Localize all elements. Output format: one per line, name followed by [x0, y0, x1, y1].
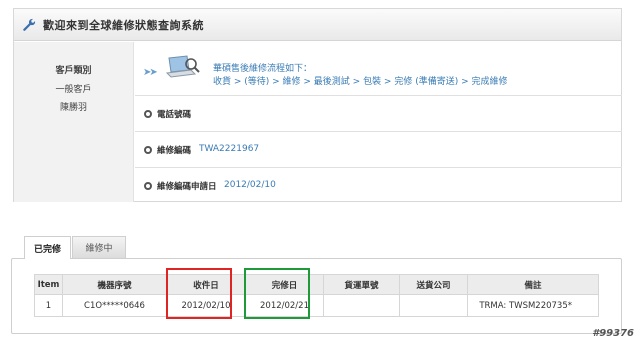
- apply-date-value: 2012/02/10: [224, 180, 276, 190]
- table-row: 1 C1O*****0646 2012/02/10 2012/02/21 TRM…: [34, 294, 599, 317]
- repair-records-table: Item 機器序號 收件日 完修日 貨運單號 送貨公司 備註 1 C1O****…: [34, 274, 599, 317]
- page-title: 歡迎來到全球維修狀態查詢系統: [43, 18, 204, 32]
- repair-flow-steps: 收貨 > (等待) > 維修 > 最後測試 > 包裝 > 完修 (準備寄送) >…: [213, 77, 508, 87]
- apply-date-label: 維修編碼申請日: [157, 182, 217, 192]
- watermark: #99376: [592, 328, 634, 339]
- repair-number-label: 維修編碼: [157, 146, 192, 156]
- cell-courier: [399, 294, 468, 317]
- laptop-magnifier-icon: [165, 55, 200, 78]
- bullet-icon: [144, 146, 152, 154]
- panel-header: 歡迎來到全球維修狀態查詢系統: [14, 9, 621, 41]
- repair-details: ➤➤ 華碩售後維修流程如下： 收貨 > (等待) > 維修 > 最後測試 > 包…: [135, 42, 622, 202]
- apply-date-row: 維修編碼申請日 2012/02/10: [135, 168, 622, 204]
- repair-number-value: TWA2221967: [199, 144, 260, 154]
- column-header-item: Item: [34, 274, 63, 295]
- phone-row: 電話號碼: [135, 96, 622, 132]
- received-date-highlight: [166, 268, 232, 319]
- cell-serial: C1O*****0646: [62, 294, 167, 317]
- status-panel: 歡迎來到全球維修狀態查詢系統 客戶類別 一般客戶 陳勝羽 ➤➤ 華碩售後維修流程…: [13, 8, 622, 202]
- column-header-courier: 送貨公司: [399, 274, 468, 295]
- cell-tracking-number: [323, 294, 400, 317]
- customer-type-label: 客戶類別: [55, 66, 92, 76]
- phone-label: 電話號碼: [157, 110, 192, 120]
- bullet-icon: [144, 182, 152, 190]
- customer-info: 客戶類別 一般客戶 陳勝羽: [14, 42, 134, 202]
- completed-date-highlight: [244, 268, 310, 319]
- wrench-icon: [23, 18, 36, 31]
- tab-completed[interactable]: 已完修: [24, 236, 71, 259]
- customer-name: 陳勝羽: [59, 103, 87, 113]
- cell-item: 1: [34, 294, 63, 317]
- repair-flow-row: ➤➤ 華碩售後維修流程如下： 收貨 > (等待) > 維修 > 最後測試 > 包…: [135, 42, 622, 96]
- tab-in-repair[interactable]: 維修中: [72, 236, 126, 258]
- column-header-serial: 機器序號: [62, 274, 167, 295]
- customer-type-value: 一般客戶: [55, 85, 92, 95]
- double-arrow-icon: ➤➤: [143, 67, 158, 78]
- column-header-tracking-number: 貨運單號: [323, 274, 400, 295]
- table-header-row: Item 機器序號 收件日 完修日 貨運單號 送貨公司 備註: [34, 274, 599, 295]
- column-header-note: 備註: [467, 274, 599, 295]
- bullet-icon: [144, 110, 152, 118]
- cell-note: TRMA: TWSM220735*: [467, 294, 599, 317]
- repair-flow-title: 華碩售後維修流程如下：: [213, 64, 313, 74]
- repair-number-row: 維修編碼 TWA2221967: [135, 132, 622, 168]
